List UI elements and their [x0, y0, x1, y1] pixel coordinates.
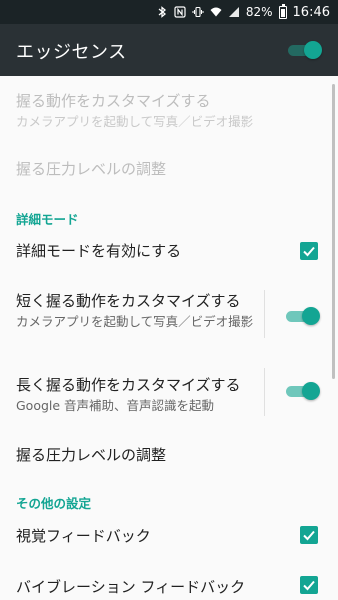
switch-knob — [304, 41, 322, 59]
pref-squeeze-action: 握る動作をカスタマイズする カメラアプリを起動して写真／ビデオ撮影 — [16, 90, 316, 130]
vibration-feedback-checkbox[interactable] — [300, 576, 318, 594]
signal-icon — [228, 7, 239, 17]
visual-feedback-checkbox[interactable] — [300, 526, 318, 544]
pref-title: 握る圧力レベルの調整 — [16, 160, 167, 178]
pref-title: 視覚フィードバック — [16, 527, 151, 545]
pref-short-squeeze[interactable]: 短く握る動作をカスタマイズする カメラアプリを起動して写真／ビデオ撮影 — [16, 290, 316, 330]
check-icon — [303, 246, 315, 257]
long-squeeze-switch[interactable] — [284, 382, 320, 401]
enable-advanced-checkbox[interactable] — [300, 242, 318, 260]
battery-icon — [278, 3, 287, 19]
status-icons: 82% 16:46 — [156, 0, 330, 24]
switch-knob — [302, 382, 320, 400]
section-header-other: その他の設定 — [16, 496, 92, 511]
scrollbar[interactable] — [332, 84, 335, 379]
wifi-icon — [210, 7, 222, 17]
divider — [264, 290, 265, 338]
page-title: エッジセンス — [16, 42, 127, 63]
pref-summary: カメラアプリを起動して写真／ビデオ撮影 — [16, 114, 254, 129]
pref-long-squeeze[interactable]: 長く握る動作をカスタマイズする Google 音声補助、音声認識を起動 — [16, 374, 316, 414]
vibrate-icon — [192, 6, 204, 18]
pref-title: 短く握る動作をカスタマイズする — [16, 292, 241, 310]
pref-summary: カメラアプリを起動して写真／ビデオ撮影 — [16, 314, 254, 329]
pref-title: 長く握る動作をカスタマイズする — [16, 376, 241, 394]
status-bar: 82% 16:46 — [0, 0, 338, 24]
divider — [264, 368, 265, 416]
pref-title: 握る動作をカスタマイズする — [16, 92, 211, 110]
pref-title: 握る圧力レベルの調整 — [16, 446, 167, 464]
clock: 16:46 — [292, 4, 330, 20]
nfc-icon — [174, 6, 186, 18]
check-icon — [303, 530, 315, 541]
check-icon — [303, 580, 315, 591]
pref-visual-feedback[interactable]: 視覚フィードバック — [16, 525, 316, 546]
bluetooth-icon — [158, 6, 166, 18]
pref-pressure-level-basic: 握る圧力レベルの調整 — [16, 158, 316, 179]
app-toolbar: エッジセンス — [0, 24, 338, 76]
pref-pressure-level-advanced[interactable]: 握る圧力レベルの調整 — [16, 444, 316, 465]
pref-title: 詳細モードを有効にする — [16, 242, 182, 260]
switch-knob — [302, 307, 320, 325]
battery-percent: 82% — [245, 5, 273, 19]
master-switch[interactable] — [286, 41, 322, 59]
short-squeeze-switch[interactable] — [284, 307, 320, 326]
pref-vibration-feedback[interactable]: バイブレーション フィードバック — [16, 576, 316, 597]
settings-list[interactable]: 握る動作をカスタマイズする カメラアプリを起動して写真／ビデオ撮影 握る圧力レベ… — [0, 76, 338, 600]
pref-enable-advanced[interactable]: 詳細モードを有効にする — [16, 240, 316, 261]
pref-summary: Google 音声補助、音声認識を起動 — [16, 398, 215, 413]
pref-title: バイブレーション フィードバック — [16, 578, 246, 596]
section-header-advanced: 詳細モード — [16, 212, 79, 227]
